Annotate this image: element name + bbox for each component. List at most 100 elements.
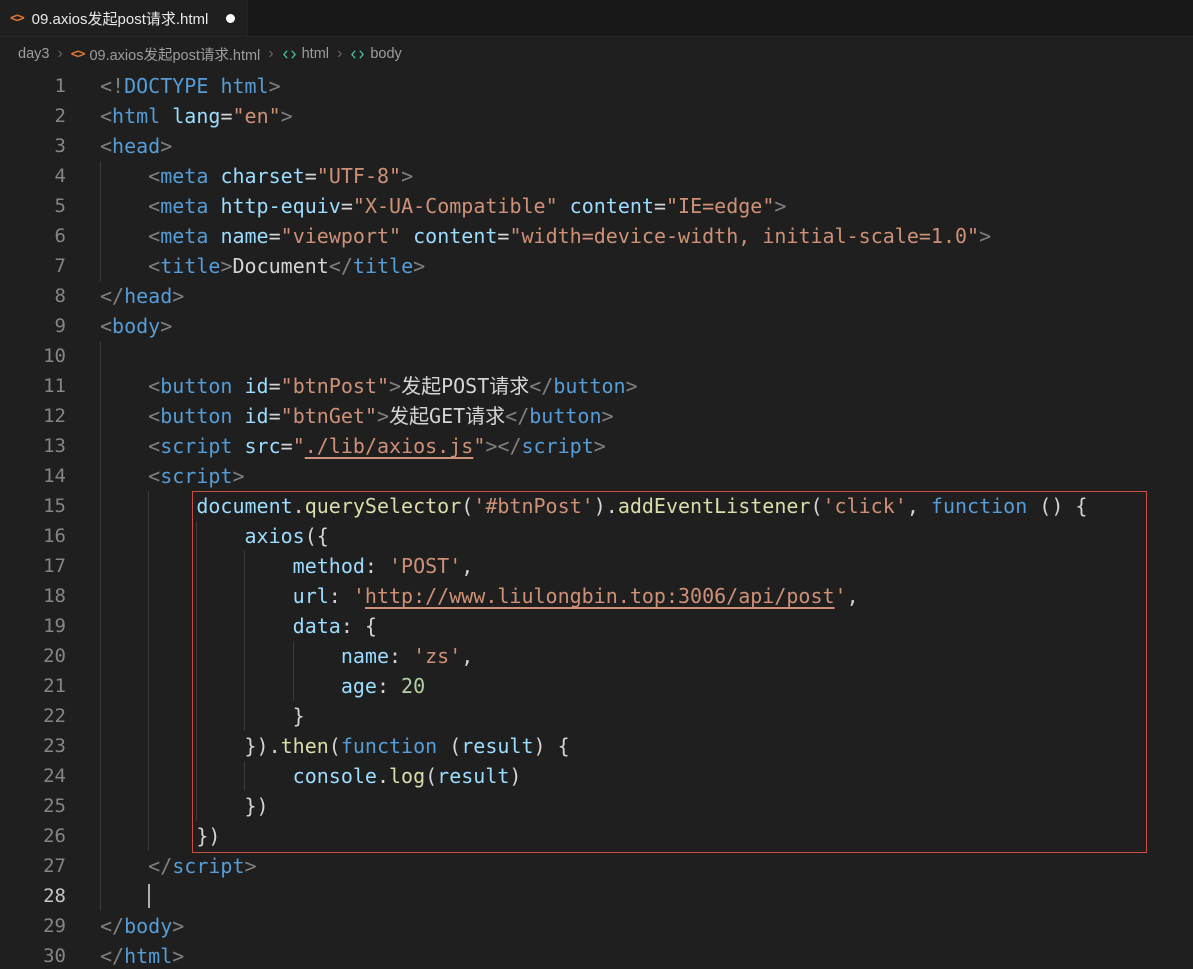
indent-guide xyxy=(196,641,198,671)
indent-guide xyxy=(100,341,101,371)
breadcrumb-item-folder[interactable]: day3 xyxy=(18,46,49,62)
code-text: <meta http-equiv="X-UA-Compatible" conte… xyxy=(100,191,1193,221)
code-line[interactable]: 21 age: 20 xyxy=(0,671,1193,701)
indent-guide xyxy=(244,551,246,581)
code-line[interactable]: 8 </head> xyxy=(0,281,1193,311)
indent-guide xyxy=(100,431,101,461)
code-line[interactable]: 27 </script> xyxy=(0,851,1193,881)
line-number: 23 xyxy=(43,735,66,757)
line-number: 22 xyxy=(43,705,66,727)
indent-guide xyxy=(100,731,101,761)
line-number: 4 xyxy=(54,165,66,187)
code-text: <button id="btnGet">发起GET请求</button> xyxy=(100,401,1193,431)
indent-guide xyxy=(100,821,101,851)
indent-guide xyxy=(100,191,101,221)
line-number: 14 xyxy=(43,465,66,487)
code-line[interactable]: 7 <title>Document</title> xyxy=(0,251,1193,281)
html-file-icon: <> xyxy=(10,10,25,26)
code-text: name: 'zs', xyxy=(100,641,1193,671)
code-line[interactable]: 30 </html> xyxy=(0,941,1193,969)
code-line[interactable]: 24 console.log(result) xyxy=(0,761,1193,791)
code-text: <script src="./lib/axios.js"></script> xyxy=(100,431,1193,461)
code-line[interactable]: 4 <meta charset="UTF-8"> xyxy=(0,161,1193,191)
indent-guide xyxy=(196,551,198,581)
vscode-window: <> 09.axios发起post请求.html day3 › <> 09.ax… xyxy=(0,0,1193,969)
indent-guide xyxy=(148,611,150,641)
line-number: 12 xyxy=(43,405,66,427)
code-line[interactable]: 13 <script src="./lib/axios.js"></script… xyxy=(0,431,1193,461)
breadcrumb-item-html[interactable]: html xyxy=(282,46,329,62)
html-file-icon: <> xyxy=(70,46,86,62)
code-line[interactable]: 26 }) xyxy=(0,821,1193,851)
code-line[interactable]: 22 } xyxy=(0,701,1193,731)
code-line[interactable]: 15 document.querySelector('#btnPost').ad… xyxy=(0,491,1193,521)
indent-guide xyxy=(148,491,150,521)
line-number: 27 xyxy=(43,855,66,877)
tab-bar: <> 09.axios发起post请求.html xyxy=(0,0,1193,37)
code-text: data: { xyxy=(100,611,1193,641)
code-text: }) xyxy=(100,791,1193,821)
code-line[interactable]: 18 url: 'http://www.liulongbin.top:3006/… xyxy=(0,581,1193,611)
indent-guide xyxy=(100,461,101,491)
line-number: 26 xyxy=(43,825,66,847)
indent-guide xyxy=(100,851,101,881)
line-number: 15 xyxy=(43,495,66,517)
indent-guide xyxy=(148,581,150,611)
code-line[interactable]: 9 <body> xyxy=(0,311,1193,341)
breadcrumb-item-body[interactable]: body xyxy=(350,46,402,62)
line-number: 2 xyxy=(54,105,66,127)
line-number: 21 xyxy=(43,675,66,697)
indent-guide xyxy=(148,761,150,791)
code-line[interactable]: 25 }) xyxy=(0,791,1193,821)
indent-guide xyxy=(148,821,150,851)
code-line[interactable]: 12 <button id="btnGet">发起GET请求</button> xyxy=(0,401,1193,431)
indent-guide xyxy=(100,401,101,431)
code-line[interactable]: 17 method: 'POST', xyxy=(0,551,1193,581)
code-line[interactable]: 23 }).then(function (result) { xyxy=(0,731,1193,761)
indent-guide xyxy=(196,521,198,551)
line-number: 8 xyxy=(54,285,66,307)
indent-guide xyxy=(292,671,294,701)
code-line[interactable]: 16 axios({ xyxy=(0,521,1193,551)
line-number: 17 xyxy=(43,555,66,577)
code-line[interactable]: 28 xyxy=(0,881,1193,911)
indent-guide xyxy=(100,521,101,551)
code-text: <script> xyxy=(100,461,1193,491)
code-line[interactable]: 19 data: { xyxy=(0,611,1193,641)
code-text: <html lang="en"> xyxy=(100,104,293,128)
code-line[interactable]: 2 <html lang="en"> xyxy=(0,101,1193,131)
breadcrumb-item-file[interactable]: <> 09.axios发起post请求.html xyxy=(71,44,261,65)
modified-dot-icon[interactable] xyxy=(226,13,236,23)
indent-guide xyxy=(292,641,294,671)
code-line[interactable]: 20 name: 'zs', xyxy=(0,641,1193,671)
code-text: console.log(result) xyxy=(100,761,1193,791)
code-line[interactable]: 14 <script> xyxy=(0,461,1193,491)
code-line[interactable]: 10 xyxy=(0,341,1193,371)
line-number: 25 xyxy=(43,795,66,817)
indent-guide xyxy=(244,641,246,671)
code-text: </head> xyxy=(100,284,185,308)
line-number: 18 xyxy=(43,585,66,607)
code-line[interactable]: 29 </body> xyxy=(0,911,1193,941)
code-line[interactable]: 6 <meta name="viewport" content="width=d… xyxy=(0,221,1193,251)
code-editor[interactable]: 1 <!DOCTYPE html> 2 <html lang="en"> 3 <head>… xyxy=(0,71,1193,969)
indent-guide xyxy=(100,581,101,611)
code-text xyxy=(100,341,1193,371)
line-number: 7 xyxy=(54,255,66,277)
code-line[interactable]: 11 <button id="btnPost">发起POST请求</button… xyxy=(0,371,1193,401)
indent-guide xyxy=(100,791,101,821)
chevron-right-icon: › xyxy=(57,45,63,62)
indent-guide xyxy=(244,611,246,641)
indent-guide xyxy=(244,761,246,791)
indent-guide xyxy=(148,521,150,551)
line-number: 3 xyxy=(54,135,66,157)
code-line[interactable]: 1 <!DOCTYPE html> xyxy=(0,71,1193,101)
indent-guide xyxy=(148,701,150,731)
line-number: 16 xyxy=(43,525,66,547)
line-number: 5 xyxy=(54,195,66,217)
code-text: </body> xyxy=(100,914,185,938)
editor-tab[interactable]: <> 09.axios发起post请求.html xyxy=(0,0,249,36)
code-line[interactable]: 3 <head> xyxy=(0,131,1193,161)
indent-guide xyxy=(100,641,101,671)
code-line[interactable]: 5 <meta http-equiv="X-UA-Compatible" con… xyxy=(0,191,1193,221)
